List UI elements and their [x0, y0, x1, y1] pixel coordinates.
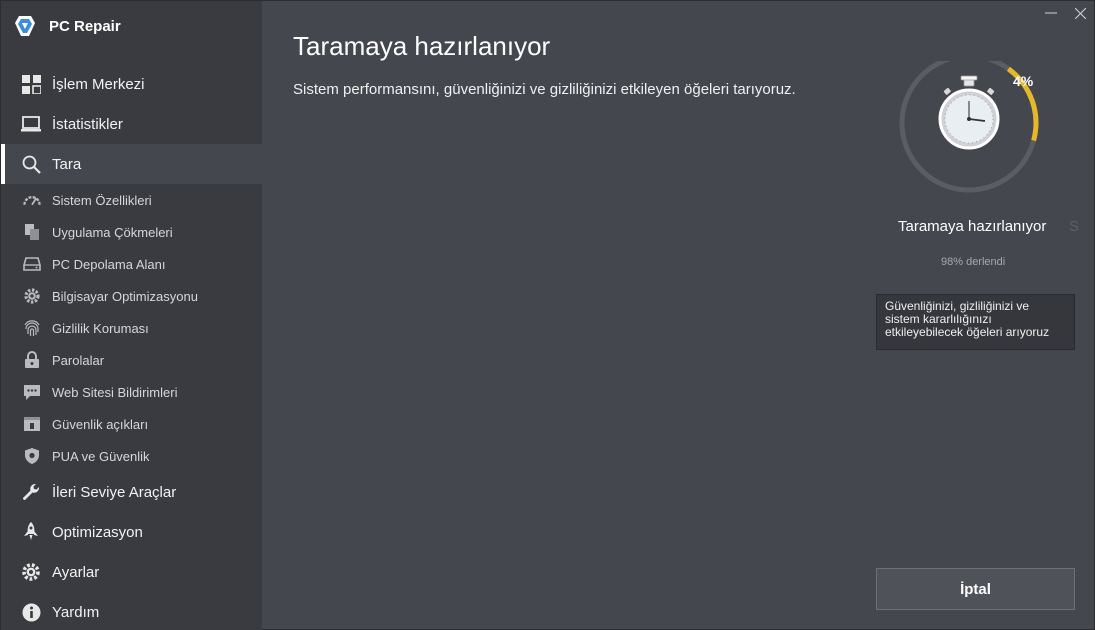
wrench-icon: [21, 482, 41, 502]
sidebar-subitem-label: Web Sitesi Bildirimleri: [52, 384, 178, 400]
sidebar-nav: İşlem Merkezi İstatistikler Tara Sistem: [1, 64, 262, 630]
cancel-button[interactable]: İptal: [876, 568, 1075, 610]
sidebar-subitem-label: Bilgisayar Optimizasyonu: [52, 288, 198, 304]
lock-icon: [23, 351, 41, 369]
sidebar-item-islem-merkezi[interactable]: İşlem Merkezi: [1, 64, 262, 104]
scan-status-text: Taramaya hazırlanıyor: [898, 218, 1047, 235]
shield-icon: [23, 447, 41, 465]
sidebar-item-label: Yardım: [52, 603, 100, 621]
brand: PC Repair: [13, 13, 121, 39]
sidebar-subitem-guvenlik-aciklari[interactable]: Güvenlik açıkları: [1, 408, 262, 440]
rocket-icon: [21, 522, 41, 542]
sidebar: PC Repair İşlem Merkezi İstatistikler Ta…: [1, 1, 262, 630]
minimize-icon: [1045, 12, 1057, 14]
vulnerability-icon: [23, 415, 41, 433]
gear-icon: [23, 287, 41, 305]
close-icon: [1074, 7, 1086, 19]
sidebar-item-label: Ayarlar: [52, 563, 100, 581]
sidebar-subitem-bilgisayar-optimizasyonu[interactable]: Bilgisayar Optimizasyonu: [1, 280, 262, 312]
sidebar-item-tara[interactable]: Tara: [1, 144, 262, 184]
grid-icon: [21, 74, 41, 94]
sidebar-subitem-label: Parolalar: [52, 352, 105, 368]
sidebar-subitem-sistem-ozellikleri[interactable]: Sistem Özellikleri: [1, 184, 262, 216]
speedometer-icon: [23, 191, 41, 209]
sidebar-item-istatistikler[interactable]: İstatistikler: [1, 104, 262, 144]
hard-drive-icon: [23, 255, 41, 273]
sidebar-subitem-gizlilik-korumasi[interactable]: Gizlilik Koruması: [1, 312, 262, 344]
sidebar-item-yardim[interactable]: Yardım: [1, 592, 262, 630]
sidebar-item-label: Optimizasyon: [52, 523, 143, 541]
compiled-status: 98% derlendi: [941, 256, 1006, 268]
sidebar-subitem-parolalar[interactable]: Parolalar: [1, 344, 262, 376]
page-description: Sistem performansını, güvenliğinizi ve g…: [293, 81, 796, 98]
chat-icon: [23, 383, 41, 401]
laptop-icon: [21, 114, 41, 134]
sidebar-subitem-label: PC Depolama Alanı: [52, 256, 166, 272]
sidebar-item-optimizasyon[interactable]: Optimizasyon: [1, 512, 262, 552]
sidebar-subitem-label: Sistem Özellikleri: [52, 192, 152, 208]
info-icon: [21, 602, 41, 622]
sidebar-subitem-label: Gizlilik Koruması: [52, 320, 149, 336]
sidebar-item-label: İleri Seviye Araçlar: [52, 483, 177, 501]
sidebar-item-label: Tara: [52, 155, 82, 173]
search-icon: [21, 154, 41, 174]
documents-icon: [23, 223, 41, 241]
minimize-button[interactable]: [1037, 3, 1065, 23]
page-title: Taramaya hazırlanıyor: [293, 31, 551, 61]
sidebar-subitem-label: Uygulama Çökmeleri: [52, 224, 173, 240]
sidebar-subitem-pc-depolama[interactable]: PC Depolama Alanı: [1, 248, 262, 280]
sidebar-item-label: İstatistikler: [52, 115, 123, 133]
sidebar-subitem-uygulama-cokmeleri[interactable]: Uygulama Çökmeleri: [1, 216, 262, 248]
sidebar-subitem-web-sitesi-bildirimleri[interactable]: Web Sitesi Bildirimleri: [1, 376, 262, 408]
sidebar-subitem-label: PUA ve Güvenlik: [52, 448, 150, 464]
scan-status-next: S: [1069, 218, 1080, 235]
gear-icon: [21, 562, 41, 582]
sidebar-subitem-label: Güvenlik açıkları: [52, 416, 149, 432]
fingerprint-icon: [23, 319, 41, 337]
close-button[interactable]: [1066, 3, 1094, 23]
stopwatch-icon: [938, 75, 1000, 150]
sidebar-subitem-pua-ve-guvenlik[interactable]: PUA ve Güvenlik: [1, 440, 262, 472]
progress-percent: 4%: [1013, 73, 1034, 89]
sidebar-item-label: İşlem Merkezi: [52, 75, 145, 93]
app-logo-icon: [15, 16, 35, 36]
app-name: PC Repair: [49, 17, 121, 35]
app-window: PC Repair İşlem Merkezi İstatistikler Ta…: [0, 0, 1095, 630]
scan-info-tooltip: Güvenliğinizi, gizliliğinizi ve sistem k…: [876, 294, 1075, 350]
sidebar-item-ileri-seviye-araclar[interactable]: İleri Seviye Araçlar: [1, 472, 262, 512]
sidebar-item-ayarlar[interactable]: Ayarlar: [1, 552, 262, 592]
